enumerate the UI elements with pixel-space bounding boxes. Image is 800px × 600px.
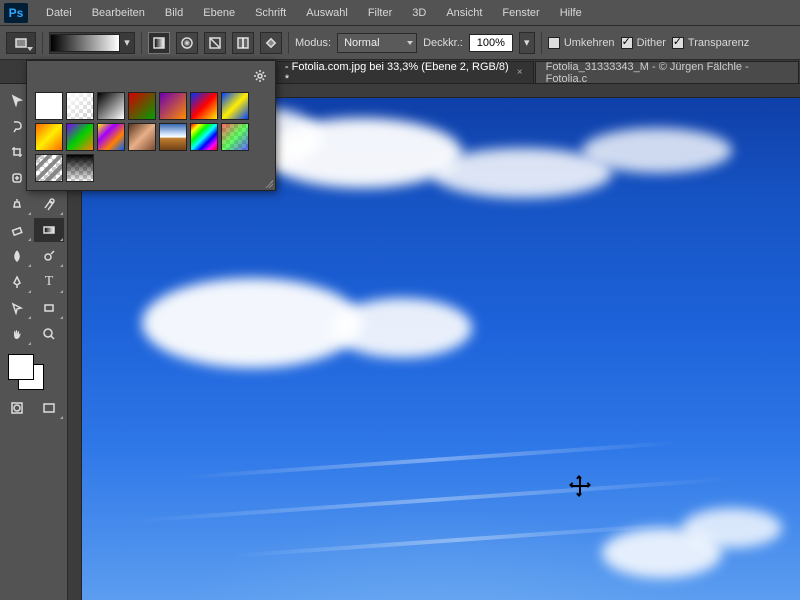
transparency-checkbox[interactable]: Transparenz [672, 37, 749, 49]
menu-edit[interactable]: Bearbeiten [82, 0, 155, 25]
mode-label: Modus: [295, 37, 331, 49]
menu-window[interactable]: Fenster [492, 0, 549, 25]
document-tab-active[interactable]: - Fotolia.com.jpg bei 33,3% (Ebene 2, RG… [274, 61, 534, 83]
resize-grip[interactable] [265, 180, 273, 188]
path-selection-tool[interactable] [2, 296, 32, 320]
gradient-swatch-grid [35, 92, 267, 182]
opacity-dropdown[interactable]: ▾ [519, 32, 535, 54]
dither-checkbox[interactable]: Dither [621, 37, 666, 49]
mode-select[interactable]: Normal [337, 33, 417, 53]
foreground-color-swatch[interactable] [8, 354, 34, 380]
menu-image[interactable]: Bild [155, 0, 193, 25]
menu-type[interactable]: Schrift [245, 0, 296, 25]
tab-label: Fotolia_31333343_M - © Jürgen Fälchle - … [546, 61, 788, 85]
menu-select[interactable]: Auswahl [296, 0, 358, 25]
gradient-swatch-yellow-violet-orange-blue[interactable] [97, 123, 125, 151]
gradient-swatch-violet-orange[interactable] [159, 92, 187, 120]
color-swatches[interactable] [8, 354, 48, 392]
menu-layer[interactable]: Ebene [193, 0, 245, 25]
blur-tool[interactable] [2, 244, 32, 268]
gradient-swatch-foreground-background[interactable] [35, 92, 63, 120]
linear-gradient-button[interactable] [148, 32, 170, 54]
gradient-swatch-red-green[interactable] [128, 92, 156, 120]
opacity-input[interactable]: 100% [469, 34, 513, 52]
gradient-preview [50, 34, 120, 52]
gear-icon[interactable] [253, 69, 267, 86]
menu-view[interactable]: Ansicht [436, 0, 492, 25]
gradient-tool-icon [14, 36, 28, 50]
menu-filter[interactable]: Filter [358, 0, 402, 25]
dodge-tool[interactable] [34, 244, 64, 268]
screen-mode-toggle[interactable] [34, 396, 64, 420]
radial-gradient-button[interactable] [176, 32, 198, 54]
gradient-swatch-blue-yellow-blue[interactable] [221, 92, 249, 120]
gradient-swatch-foreground-transparent[interactable] [66, 92, 94, 120]
type-tool[interactable]: T [34, 270, 64, 294]
gradient-swatch-spectrum[interactable] [190, 123, 218, 151]
gradient-swatch-orange-yellow-orange[interactable] [35, 123, 63, 151]
menu-help[interactable]: Hilfe [550, 0, 592, 25]
rectangle-tool[interactable] [34, 296, 64, 320]
gradient-swatch-transparent-stripes[interactable] [35, 154, 63, 182]
history-brush-tool[interactable] [34, 192, 64, 216]
document-tab[interactable]: Fotolia_31333343_M - © Jürgen Fälchle - … [535, 61, 799, 83]
gradient-swatch-blue-red-yellow[interactable] [190, 92, 218, 120]
pen-tool[interactable] [2, 270, 32, 294]
gradient-swatch-black-white[interactable] [97, 92, 125, 120]
hand-tool[interactable] [2, 322, 32, 346]
reverse-checkbox[interactable]: Umkehren [548, 37, 615, 49]
gradient-preset-picker [26, 60, 276, 191]
menu-3d[interactable]: 3D [402, 0, 436, 25]
gradient-tool[interactable] [34, 218, 64, 242]
gradient-picker[interactable]: ▾ [49, 32, 135, 54]
gradient-swatch-copper[interactable] [128, 123, 156, 151]
reflected-gradient-button[interactable] [232, 32, 254, 54]
quick-mask-toggle[interactable] [2, 396, 32, 420]
menu-file[interactable]: Datei [36, 0, 82, 25]
menu-bar: Ps Datei Bearbeiten Bild Ebene Schrift A… [0, 0, 800, 26]
gradient-swatch-neutral-density[interactable] [66, 154, 94, 182]
app-logo: Ps [4, 3, 28, 23]
angle-gradient-button[interactable] [204, 32, 226, 54]
diamond-gradient-button[interactable] [260, 32, 282, 54]
gradient-swatch-chrome[interactable] [159, 123, 187, 151]
chevron-down-icon: ▾ [120, 36, 134, 49]
tool-preset-picker[interactable] [6, 32, 36, 54]
tab-label: - Fotolia.com.jpg bei 33,3% (Ebene 2, RG… [285, 61, 511, 85]
opacity-label: Deckkr.: [423, 37, 463, 49]
gradient-swatch-transparent-rainbow[interactable] [221, 123, 249, 151]
gradient-swatch-violet-green-orange[interactable] [66, 123, 94, 151]
close-icon[interactable]: × [517, 67, 523, 78]
move-cursor-icon [572, 478, 588, 494]
zoom-tool[interactable] [34, 322, 64, 346]
options-bar: ▾ Modus: Normal Deckkr.: 100% ▾ Umkehren… [0, 26, 800, 60]
clone-stamp-tool[interactable] [2, 192, 32, 216]
eraser-tool[interactable] [2, 218, 32, 242]
